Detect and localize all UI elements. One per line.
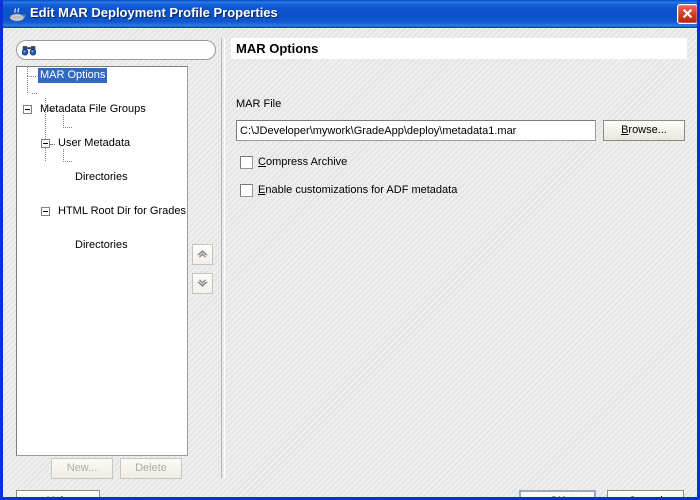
java-coffee-cup-icon [9,5,27,23]
delete-button-label: Delete [135,462,167,474]
page-title: MAR Options [231,38,687,59]
browse-button-label: rowse... [628,124,667,136]
dialog-window: Edit MAR Deployment Profile Properties [0,0,700,500]
help-button-mnemonic: H [47,495,55,500]
ok-button-label: OK [550,495,566,500]
cancel-button-label: Cancel [628,495,662,500]
tree-item-metadata-file-groups[interactable]: Metadata File Groups [17,84,187,101]
dialog-client-area: MAR Options Metadata File Groups User Me… [3,28,697,497]
tree-item-label: Directories [73,238,130,253]
window-title: Edit MAR Deployment Profile Properties [30,5,278,20]
tree-item-directories[interactable]: Directories [17,152,187,169]
search-input[interactable] [40,43,214,60]
compress-archive-checkbox[interactable] [240,156,253,169]
new-button-label: New... [67,462,98,474]
close-icon[interactable] [677,4,698,24]
tree-item-user-metadata[interactable]: User Metadata [17,101,187,118]
new-button[interactable]: New... [51,458,113,479]
tree-item-label: Directories [73,170,130,185]
mar-file-input[interactable] [236,120,596,141]
move-down-button[interactable] [192,273,213,294]
title-bar: Edit MAR Deployment Profile Properties [3,0,700,28]
cancel-button[interactable]: Cancel [607,490,684,500]
search-box[interactable] [16,40,216,60]
tree-collapse-icon[interactable] [41,207,50,216]
enable-customizations-label: Enable customizations for ADF metadata [258,183,457,197]
mar-file-label: MAR File [236,98,281,110]
help-button[interactable]: Help [16,490,100,500]
tree-item-mar-options[interactable]: MAR Options [17,67,187,84]
help-button-label: elp [55,495,70,500]
ok-button[interactable]: OK [519,490,596,500]
compress-archive-label: Compress Archive [258,155,347,169]
tree-item-label: MAR Options [38,68,107,83]
tree-item-label: HTML Root Dir for Grades [56,204,188,219]
tree-item-directories[interactable]: Directories [17,118,187,135]
navigation-tree[interactable]: MAR Options Metadata File Groups User Me… [16,66,188,456]
panel-splitter[interactable] [221,38,225,478]
delete-button[interactable]: Delete [120,458,182,479]
tree-item-html-root-dir[interactable]: HTML Root Dir for Grades [17,135,187,152]
browse-button[interactable]: Browse... [603,120,685,141]
enable-customizations-checkbox[interactable] [240,184,253,197]
move-up-button[interactable] [192,244,213,265]
binoculars-search-icon [22,44,36,57]
